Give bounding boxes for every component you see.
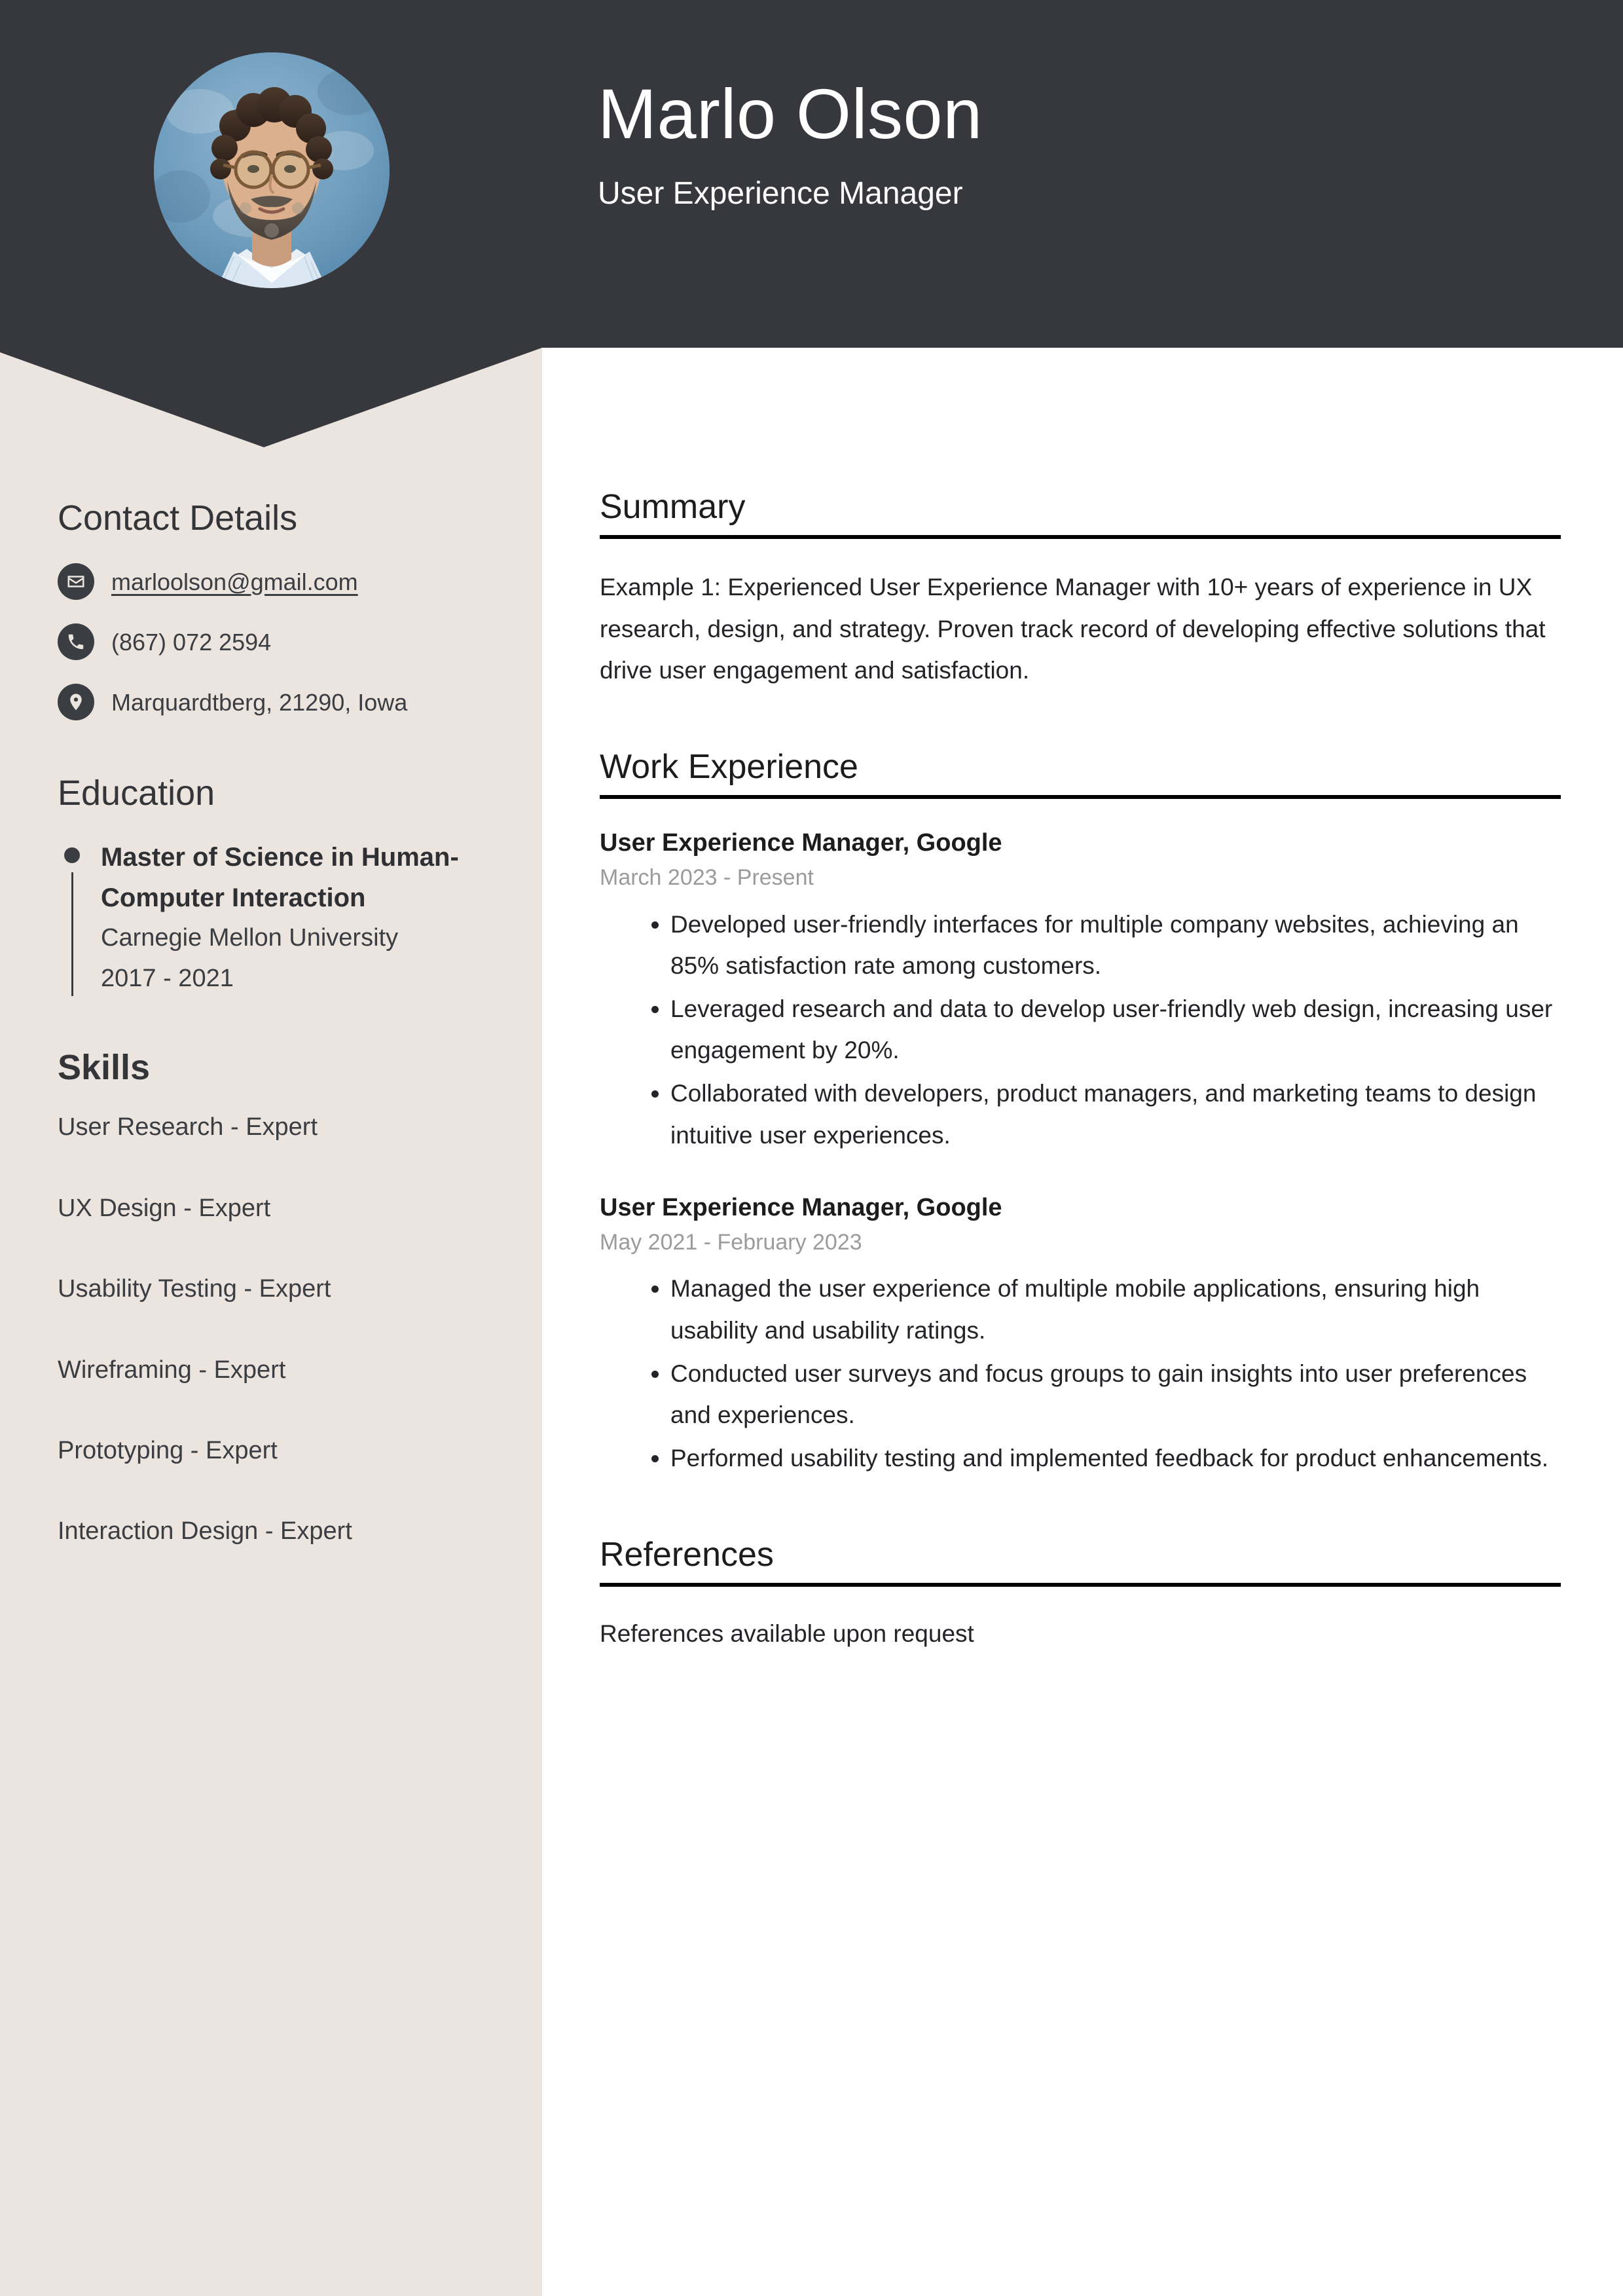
- education-heading: Education: [58, 773, 215, 813]
- skill-item: Usability Testing - Expert: [58, 1275, 331, 1303]
- bullet-dot-icon: [64, 847, 80, 864]
- avatar: [154, 52, 390, 288]
- education-degree: Master of Science in Human-Computer Inte…: [101, 843, 459, 913]
- job-entry: User Experience Manager, Google May 2021…: [600, 1191, 1561, 1479]
- contact-item-email[interactable]: marloolson@gmail.com: [58, 562, 503, 601]
- job-dates: May 2021 - February 2023: [600, 1229, 862, 1255]
- skill-item: User Research - Expert: [58, 1113, 318, 1141]
- job-bullet: Leveraged research and data to develop u…: [670, 988, 1561, 1071]
- job-title: User Experience Manager, Google: [600, 829, 1002, 857]
- work-experience-heading: Work Experience: [600, 748, 858, 787]
- skill-item: Prototyping - Expert: [58, 1436, 278, 1464]
- contact-phone-text: (867) 072 2594: [111, 628, 272, 656]
- skill-item: Interaction Design - Expert: [58, 1517, 352, 1546]
- section-work-experience: Work Experience User Experience Manager,…: [600, 748, 1561, 1479]
- section-contact-details: Contact Details marloolson@gmail.com (86…: [58, 498, 503, 722]
- job-bullet-list: Managed the user experience of multiple …: [600, 1268, 1561, 1479]
- references-heading: References: [600, 1535, 774, 1574]
- contact-item-location: Marquardtberg, 21290, Iowa: [58, 682, 503, 722]
- summary-heading: Summary: [600, 488, 746, 526]
- job-dates: March 2023 - Present: [600, 864, 814, 890]
- job-bullet: Conducted user surveys and focus groups …: [670, 1353, 1561, 1436]
- summary-text: Example 1: Experienced User Experience M…: [600, 574, 1546, 684]
- contact-location-text: Marquardtberg, 21290, Iowa: [111, 688, 408, 716]
- job-bullet: Collaborated with developers, product ma…: [670, 1073, 1561, 1156]
- job-bullet: Managed the user experience of multiple …: [670, 1268, 1561, 1351]
- education-years: 2017 - 2021: [101, 964, 234, 992]
- section-education: Education Master of Science in Human-Com…: [58, 773, 503, 999]
- section-divider: [600, 1582, 1561, 1587]
- job-bullet: Developed user-friendly interfaces for m…: [670, 904, 1561, 987]
- page-title: Marlo Olson: [598, 74, 983, 153]
- contact-details-heading: Contact Details: [58, 498, 298, 538]
- section-skills: Skills User Research - Expert UX Design …: [58, 1047, 503, 1547]
- header-text: Marlo Olson User Experience Manager: [598, 79, 983, 212]
- location-pin-icon: [58, 684, 94, 721]
- main-column: Summary Example 1: Experienced User Expe…: [600, 488, 1561, 1709]
- section-summary: Summary Example 1: Experienced User Expe…: [600, 488, 1561, 692]
- job-bullet-list: Developed user-friendly interfaces for m…: [600, 904, 1561, 1157]
- phone-icon: [58, 623, 94, 661]
- envelope-icon: [58, 563, 94, 601]
- job-entry: User Experience Manager, Google March 20…: [600, 826, 1561, 1156]
- skills-heading: Skills: [58, 1048, 151, 1088]
- section-references: References References available upon req…: [600, 1536, 1561, 1653]
- job-title: User Experience Manager, Google: [600, 1194, 1002, 1222]
- references-text: References available upon request: [600, 1620, 974, 1647]
- education-school: Carnegie Mellon University: [101, 924, 399, 952]
- section-divider: [600, 535, 1561, 540]
- education-item: Master of Science in Human-Computer Inte…: [58, 837, 503, 999]
- skill-item: Wireframing - Expert: [58, 1356, 286, 1384]
- contact-item-phone[interactable]: (867) 072 2594: [58, 622, 503, 661]
- person-job-title: User Experience Manager: [598, 176, 963, 211]
- job-bullet: Performed usability testing and implemen…: [670, 1437, 1561, 1479]
- skill-item: UX Design - Expert: [58, 1194, 271, 1222]
- profile-photo-icon: [154, 52, 390, 288]
- sidebar-content: Contact Details marloolson@gmail.com (86…: [58, 498, 503, 1548]
- contact-list: marloolson@gmail.com (867) 072 2594 Marq…: [58, 562, 503, 722]
- resume-page: Marlo Olson User Experience Manager Cont…: [0, 0, 1623, 2296]
- section-divider: [600, 795, 1561, 800]
- contact-email-text[interactable]: marloolson@gmail.com: [111, 567, 358, 597]
- timeline-line: [71, 872, 73, 997]
